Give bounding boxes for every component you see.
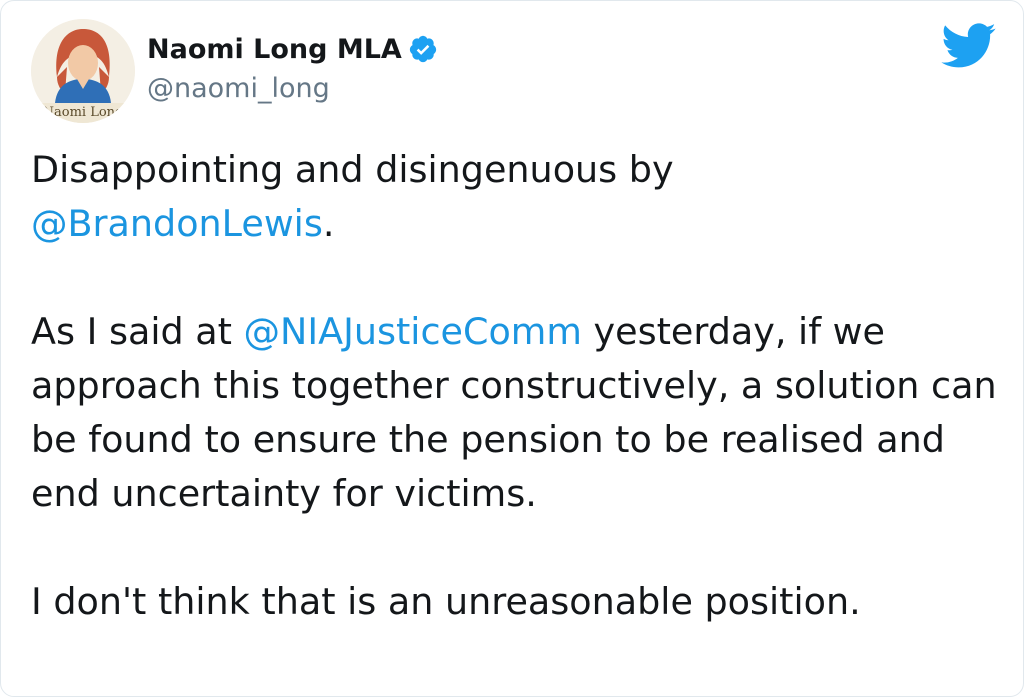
mention-link[interactable]: @NIAJusticeComm	[244, 310, 582, 353]
tweet-text-segment: As I said at	[31, 310, 232, 353]
author-handle[interactable]: @naomi_long	[147, 73, 438, 104]
tweet-paragraph-2: As I said at @NIAJusticeComm yesterday, …	[31, 305, 1003, 521]
avatar-caption: Naomi Long	[42, 105, 124, 120]
avatar[interactable]: Naomi Long	[31, 19, 135, 123]
tweet-text: Disappointing and disingenuous by @Brando…	[31, 143, 1003, 629]
verified-badge-icon	[409, 35, 436, 63]
tweet-text-segment: I don't think that is an unreasonable po…	[31, 580, 861, 623]
tweet-text-segment: .	[322, 202, 335, 245]
twitter-bird-icon[interactable]	[941, 23, 997, 69]
tweet-card: Naomi Long Naomi Long MLA @naomi_long Di…	[0, 0, 1024, 697]
tweet-paragraph-1: Disappointing and disingenuous by @Brando…	[31, 143, 1003, 251]
author-display-name[interactable]: Naomi Long MLA	[147, 34, 402, 65]
author-info: Naomi Long MLA @naomi_long	[147, 29, 438, 104]
name-row: Naomi Long MLA	[147, 29, 438, 69]
mention-link[interactable]: @BrandonLewis	[31, 202, 323, 245]
tweet-paragraph-3: I don't think that is an unreasonable po…	[31, 575, 1003, 629]
tweet-text-segment: Disappointing and disingenuous by	[31, 148, 674, 191]
